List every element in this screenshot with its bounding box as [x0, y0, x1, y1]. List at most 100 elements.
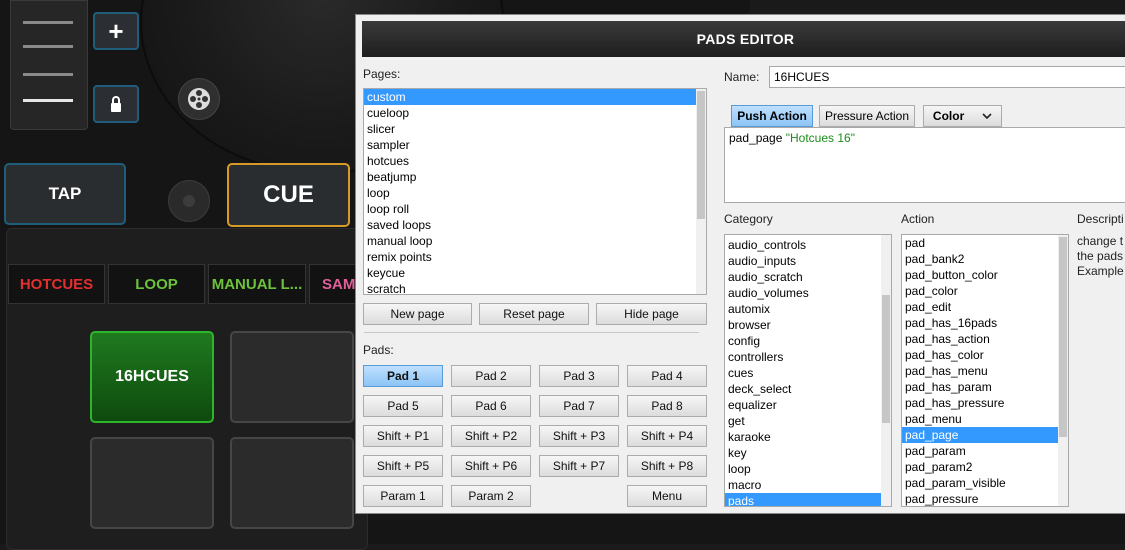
- pad-button[interactable]: Shift + P8: [627, 455, 707, 477]
- category-list-item[interactable]: macro: [725, 477, 891, 493]
- pad-6[interactable]: [230, 437, 354, 529]
- tab-pressure-action[interactable]: Pressure Action: [819, 105, 915, 127]
- action-list-item[interactable]: pad_menu: [902, 411, 1068, 427]
- action-list-item[interactable]: pad_edit: [902, 299, 1068, 315]
- pad-page-tab-manual-loop[interactable]: MANUAL L...: [208, 264, 306, 304]
- pad-button[interactable]: Shift + P3: [539, 425, 619, 447]
- category-list-item[interactable]: loop: [725, 461, 891, 477]
- param-2-button[interactable]: Param 2: [451, 485, 531, 507]
- pages-list[interactable]: custom cueloop slicer sampler hotcues beatjum…: [363, 88, 707, 295]
- page-list-item[interactable]: saved loops: [364, 217, 706, 233]
- category-list-item[interactable]: key: [725, 445, 891, 461]
- category-list-item[interactable]: audio_inputs: [725, 253, 891, 269]
- name-field[interactable]: 16HCUES: [769, 66, 1125, 88]
- category-list-item[interactable]: get: [725, 413, 891, 429]
- pad-button[interactable]: Shift + P4: [627, 425, 707, 447]
- pad-button[interactable]: Pad 8: [627, 395, 707, 417]
- cue-button[interactable]: CUE: [227, 163, 350, 227]
- action-list-item[interactable]: pad_has_pressure: [902, 395, 1068, 411]
- pad-page-tab-loop[interactable]: LOOP: [108, 264, 205, 304]
- pad-page-tab-hotcues[interactable]: HOTCUES: [8, 264, 105, 304]
- page-list-item[interactable]: sampler: [364, 137, 706, 153]
- tap-button[interactable]: TAP: [4, 163, 126, 225]
- page-list-item[interactable]: manual loop: [364, 233, 706, 249]
- action-list-item[interactable]: pad_param2: [902, 459, 1068, 475]
- action-list-item[interactable]: pad: [902, 235, 1068, 251]
- knob[interactable]: [168, 180, 210, 222]
- page-list-item[interactable]: remix points: [364, 249, 706, 265]
- action-list-item[interactable]: pad_bank2: [902, 251, 1068, 267]
- pad-5[interactable]: [90, 437, 214, 529]
- category-list-item[interactable]: audio_controls: [725, 237, 891, 253]
- pad-button[interactable]: Pad 3: [539, 365, 619, 387]
- lock-button[interactable]: [93, 85, 139, 123]
- category-scrollbar[interactable]: [881, 235, 891, 506]
- pad-button[interactable]: Shift + P5: [363, 455, 443, 477]
- category-list-item[interactable]: pads: [725, 493, 891, 506]
- category-list-item[interactable]: audio_volumes: [725, 285, 891, 301]
- new-page-button[interactable]: New page: [363, 303, 472, 325]
- category-list-item[interactable]: equalizer: [725, 397, 891, 413]
- pad-button[interactable]: Shift + P6: [451, 455, 531, 477]
- scroll-thumb[interactable]: [1059, 237, 1067, 437]
- script-editor[interactable]: pad_page "Hotcues 16": [724, 127, 1125, 203]
- hide-page-button[interactable]: Hide page: [596, 303, 707, 325]
- category-list-item[interactable]: browser: [725, 317, 891, 333]
- pad-button[interactable]: Pad 7: [539, 395, 619, 417]
- action-list-item[interactable]: pad_has_16pads: [902, 315, 1068, 331]
- action-list-item[interactable]: pad_has_action: [902, 331, 1068, 347]
- page-list-item[interactable]: scratch: [364, 281, 706, 294]
- category-list[interactable]: audio_controls audio_inputs audio_scratch a…: [724, 234, 892, 507]
- page-list-item[interactable]: beatjump: [364, 169, 706, 185]
- category-list-item[interactable]: cues: [725, 365, 891, 381]
- page-list-item[interactable]: slicer: [364, 121, 706, 137]
- dialog-titlebar[interactable]: PADS EDITOR: [362, 21, 1125, 57]
- color-dropdown[interactable]: Color: [923, 105, 1002, 127]
- action-list-item[interactable]: pad_page: [902, 427, 1068, 443]
- reset-page-button[interactable]: Reset page: [479, 303, 589, 325]
- page-list-item[interactable]: loop: [364, 185, 706, 201]
- param-1-button[interactable]: Param 1: [363, 485, 443, 507]
- tab-push-action[interactable]: Push Action: [731, 105, 813, 127]
- action-list-item[interactable]: pad_has_param: [902, 379, 1068, 395]
- button-label: Shift + P1: [376, 429, 430, 443]
- pages-scrollbar[interactable]: [696, 89, 706, 294]
- category-list-item[interactable]: config: [725, 333, 891, 349]
- pad-button[interactable]: Pad 4: [627, 365, 707, 387]
- category-list-item[interactable]: controllers: [725, 349, 891, 365]
- page-list-item[interactable]: cueloop: [364, 105, 706, 121]
- page-list-item[interactable]: loop roll: [364, 201, 706, 217]
- pad-button[interactable]: Shift + P2: [451, 425, 531, 447]
- page-list-item[interactable]: hotcues: [364, 153, 706, 169]
- action-list[interactable]: pad pad_bank2 pad_button_color pad_color pad…: [901, 234, 1069, 507]
- video-reel-button[interactable]: [178, 78, 220, 120]
- category-list-item[interactable]: automix: [725, 301, 891, 317]
- pad-2[interactable]: [230, 331, 354, 423]
- action-list-item[interactable]: pad_has_menu: [902, 363, 1068, 379]
- menu-button[interactable]: Menu: [627, 485, 707, 507]
- action-list-item[interactable]: pad_pressure: [902, 491, 1068, 506]
- pad-1[interactable]: 16HCUES: [90, 331, 214, 423]
- category-list-item[interactable]: karaoke: [725, 429, 891, 445]
- pad-button[interactable]: Pad 6: [451, 395, 531, 417]
- page-list-item[interactable]: custom: [364, 89, 706, 105]
- category-list-item[interactable]: deck_select: [725, 381, 891, 397]
- scroll-thumb[interactable]: [882, 295, 890, 423]
- page-list-item[interactable]: keycue: [364, 265, 706, 281]
- pitch-fader[interactable]: [10, 0, 88, 130]
- pad-button[interactable]: Pad 2: [451, 365, 531, 387]
- action-list-item[interactable]: pad_button_color: [902, 267, 1068, 283]
- pad-button[interactable]: Pad 1: [363, 365, 443, 387]
- action-scrollbar[interactable]: [1058, 235, 1068, 506]
- category-list-item[interactable]: audio_scratch: [725, 269, 891, 285]
- action-list-item[interactable]: pad_has_color: [902, 347, 1068, 363]
- scroll-thumb[interactable]: [697, 91, 705, 219]
- action-list-item[interactable]: pad_param_visible: [902, 475, 1068, 491]
- plus-button[interactable]: +: [93, 12, 139, 50]
- action-list-item[interactable]: pad_param: [902, 443, 1068, 459]
- pad-button[interactable]: Shift + P1: [363, 425, 443, 447]
- action-list-item[interactable]: pad_color: [902, 283, 1068, 299]
- fader-handle[interactable]: [23, 99, 73, 102]
- pad-button[interactable]: Pad 5: [363, 395, 443, 417]
- pad-button[interactable]: Shift + P7: [539, 455, 619, 477]
